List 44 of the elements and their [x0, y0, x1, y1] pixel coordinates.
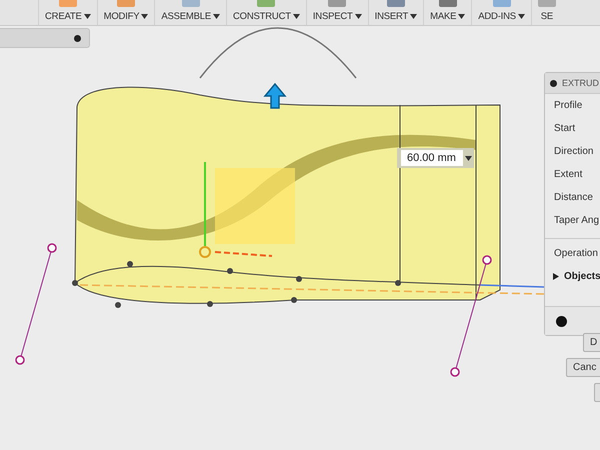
tool-icon[interactable] — [257, 0, 276, 7]
handle-line-drawing[interactable] — [15, 243, 57, 365]
field-label: Taper Ang — [553, 214, 600, 228]
toolbar-menu[interactable]: MAKE — [430, 11, 466, 22]
field-label: Distance — [553, 191, 594, 205]
caret-icon — [518, 14, 525, 19]
toolbar-menu[interactable]: CREATE — [45, 11, 91, 22]
toolbar-menu[interactable]: ASSEMBLE — [161, 11, 220, 22]
caret-icon — [213, 14, 220, 19]
tool-icon[interactable] — [117, 0, 136, 7]
caret-icon — [410, 14, 418, 19]
field-label: Direction — [553, 145, 594, 159]
handle-line-drawing[interactable] — [450, 255, 492, 377]
triangle-icon — [553, 273, 559, 280]
tool-icon[interactable] — [538, 0, 556, 7]
field-label: Start — [553, 122, 576, 136]
tool-icon[interactable] — [386, 0, 405, 7]
caret-icon — [465, 156, 472, 160]
panel-title: EXTRUD — [562, 78, 600, 88]
caret-icon — [354, 14, 362, 19]
toolbar-menu[interactable]: INSPECT — [312, 11, 362, 22]
toolbar-menu[interactable]: CONSTRUCT — [233, 11, 300, 22]
tool-icon[interactable] — [492, 0, 511, 7]
caret-icon — [292, 14, 300, 19]
section-toggle[interactable]: Objects — [545, 265, 600, 288]
toolbar-menu[interactable]: MODIFY — [104, 11, 148, 22]
field-label: Operation — [553, 247, 599, 261]
dialog-button[interactable]: Canc — [566, 358, 600, 377]
toolbar-menu[interactable]: SE — [540, 11, 554, 22]
field-label: Profile — [553, 99, 584, 113]
caret-icon — [141, 14, 148, 19]
toolbar-menu[interactable]: INSERT — [374, 11, 418, 22]
toolbar-menu[interactable]: ADD-INS — [478, 11, 525, 22]
tool-icon[interactable] — [58, 0, 77, 7]
caret-icon — [84, 14, 91, 19]
tool-icon[interactable] — [328, 0, 346, 7]
tool-icon[interactable] — [182, 0, 200, 7]
distance-input[interactable]: 60.00 mm — [401, 150, 463, 166]
field-label: Extent — [553, 168, 584, 182]
browser-panel[interactable] — [0, 28, 90, 48]
arrow-icon[interactable] — [263, 82, 287, 109]
tool-icon[interactable] — [438, 0, 457, 7]
caret-icon — [458, 14, 466, 19]
dialog-button[interactable]: D — [583, 333, 600, 352]
